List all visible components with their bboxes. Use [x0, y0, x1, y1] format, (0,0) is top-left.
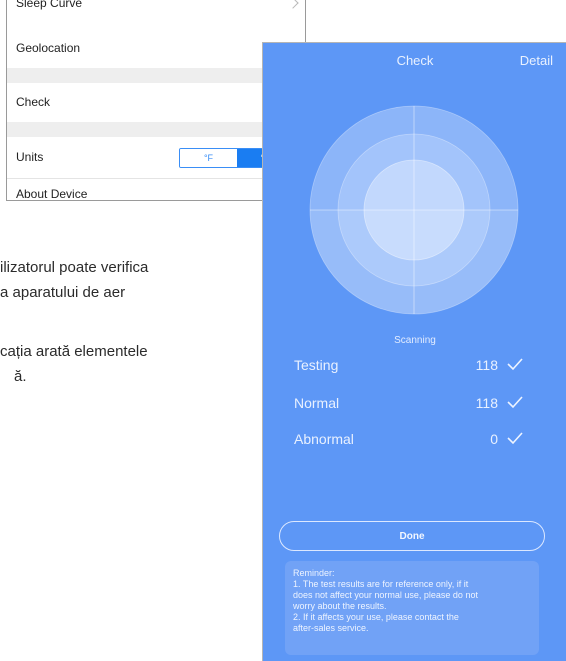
sleep-curve-label: Sleep Curve	[16, 0, 83, 10]
stat-row-abnormal: Abnormal 0	[294, 431, 526, 451]
reminder-line: worry about the results.	[293, 601, 387, 611]
stat-label: Normal	[294, 395, 340, 411]
stat-row-testing: Testing 118	[294, 357, 526, 377]
section-divider	[7, 68, 305, 83]
stat-value: 118	[475, 395, 498, 411]
checkmark-icon	[507, 396, 523, 409]
check-label: Check	[16, 95, 51, 109]
paragraph-line: ilizatorul poate verifica	[0, 259, 149, 276]
settings-row-geolocation[interactable]: Geolocation ON	[7, 29, 305, 67]
stat-label: Abnormal	[294, 431, 354, 447]
paragraph-line: cația arată elementele	[0, 343, 148, 360]
stat-label: Testing	[294, 357, 339, 373]
done-button[interactable]: Done	[279, 521, 545, 551]
checkmark-icon	[507, 432, 523, 445]
unit-fahrenheit-option[interactable]: °F	[180, 149, 237, 167]
section-divider	[7, 122, 305, 137]
settings-row-units: Units °F °C	[7, 138, 305, 176]
scanning-status: Scanning	[394, 335, 436, 346]
paragraph-line: a aparatului de aer	[0, 284, 126, 301]
about-device-label: About Device	[16, 186, 88, 201]
chevron-right-icon	[287, 0, 299, 9]
settings-row-sleep-curve[interactable]: Sleep Curve	[7, 0, 305, 16]
detail-link[interactable]: Detail	[520, 53, 553, 68]
geolocation-label: Geolocation	[16, 41, 81, 55]
reminder-line: 2. If it affects your use, please contac…	[293, 612, 459, 622]
paragraph-line: ă.	[14, 368, 27, 385]
stat-value: 0	[490, 431, 498, 447]
settings-row-about-device[interactable]: About Device	[7, 178, 305, 201]
stat-value: 118	[475, 357, 498, 373]
reminder-line: does not affect your normal use, please …	[293, 590, 478, 600]
settings-panel: Sleep Curve Geolocation ON Check Units °…	[6, 0, 306, 201]
units-label: Units	[16, 150, 44, 164]
reminder-line: 1. The test results are for reference on…	[293, 579, 469, 589]
reminder-line: after-sales service.	[293, 623, 369, 633]
checkmark-icon	[507, 358, 523, 371]
reminder-box: Reminder: 1. The test results are for re…	[285, 561, 539, 655]
reminder-line: Reminder:	[293, 568, 335, 578]
stat-row-normal: Normal 118	[294, 395, 526, 415]
settings-row-check[interactable]: Check	[7, 83, 305, 121]
scan-radar-graphic	[309, 105, 519, 315]
check-screen: Check Detail Scanning Testing 118 Normal…	[262, 42, 566, 661]
